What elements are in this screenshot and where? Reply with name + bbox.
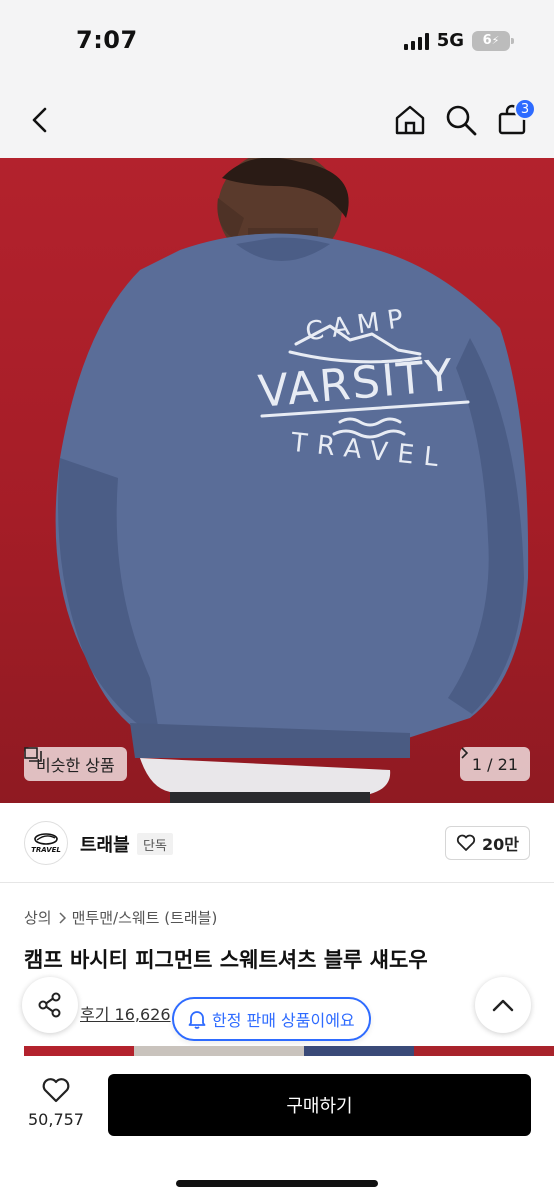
battery-level: 6 <box>482 33 492 48</box>
wishlist-count: 50,757 <box>28 1110 84 1129</box>
buy-button[interactable]: 구매하기 <box>108 1074 531 1136</box>
chevron-right-icon <box>461 747 468 759</box>
home-icon <box>395 105 425 135</box>
limited-sale-chip[interactable]: 한정 판매 상품이에요 <box>172 997 371 1041</box>
wishlist-button[interactable]: 50,757 <box>26 1076 86 1129</box>
breadcrumb-category[interactable]: 상의 <box>24 907 52 928</box>
breadcrumb-subcategory[interactable]: 맨투맨/스웨트 (트래블) <box>72 907 218 928</box>
brand-like-button[interactable]: 20만 <box>445 826 530 860</box>
heart-icon <box>456 834 476 851</box>
status-bar: 7:07 5G 6 ⚡ <box>0 0 554 84</box>
home-button[interactable] <box>392 100 428 140</box>
bell-icon <box>188 1011 206 1029</box>
top-navigation: 3 <box>0 84 554 158</box>
brand-like-count: 20만 <box>482 835 519 854</box>
brand-emblem-icon <box>34 832 58 845</box>
product-photo-illustration: CAMP VARSITY TRAVEL <box>55 158 529 803</box>
limited-sale-label: 한정 판매 상품이에요 <box>212 1011 355 1030</box>
network-label: 5G <box>436 30 464 51</box>
battery-icon: 6 ⚡ <box>472 30 514 51</box>
back-button[interactable] <box>22 102 58 138</box>
similar-products-icon <box>24 747 42 762</box>
image-page-counter[interactable]: 1 / 21 <box>459 747 530 781</box>
similar-products-label: 비슷한 상품 <box>36 756 115 775</box>
thumbnail-strip <box>24 1046 554 1056</box>
brand-logo[interactable]: TRAVEL <box>24 821 68 865</box>
brand-name[interactable]: 트래블 <box>80 831 130 857</box>
similar-products-button[interactable]: 비슷한 상품 <box>24 747 127 781</box>
cart-button[interactable]: 3 <box>494 98 536 140</box>
share-button[interactable] <box>22 977 78 1033</box>
scroll-to-top-button[interactable] <box>475 977 531 1033</box>
bottom-purchase-bar: 50,757 구매하기 <box>0 1056 554 1200</box>
status-time: 7:07 <box>76 26 138 54</box>
chevron-right-icon <box>59 911 66 924</box>
brand-row: TRAVEL 트래블 단독 20만 <box>0 803 554 883</box>
breadcrumb: 상의 맨투맨/스웨트 (트래블) <box>24 907 217 928</box>
product-title: 캠프 바시티 피그먼트 스웨트셔츠 블루 섀도우 <box>24 948 428 972</box>
chevron-up-icon <box>492 999 514 1012</box>
status-indicators: 5G 6 ⚡ <box>403 30 514 51</box>
heart-icon <box>42 1078 70 1103</box>
image-page-text: 1 / 21 <box>471 754 518 774</box>
product-image[interactable]: CAMP VARSITY TRAVEL 비슷한 상품 1 / 21 <box>0 158 554 803</box>
chevron-left-icon <box>32 107 47 133</box>
home-indicator <box>176 1180 378 1187</box>
share-icon <box>38 992 61 1018</box>
brand-logo-text: TRAVEL <box>31 845 61 854</box>
exclusive-badge: 단독 <box>137 833 173 855</box>
signal-icon <box>403 32 429 50</box>
search-icon <box>446 105 477 136</box>
review-link[interactable]: 후기 16,626 <box>80 1001 171 1025</box>
search-button[interactable] <box>443 100 479 140</box>
cart-count-badge: 3 <box>514 98 536 120</box>
